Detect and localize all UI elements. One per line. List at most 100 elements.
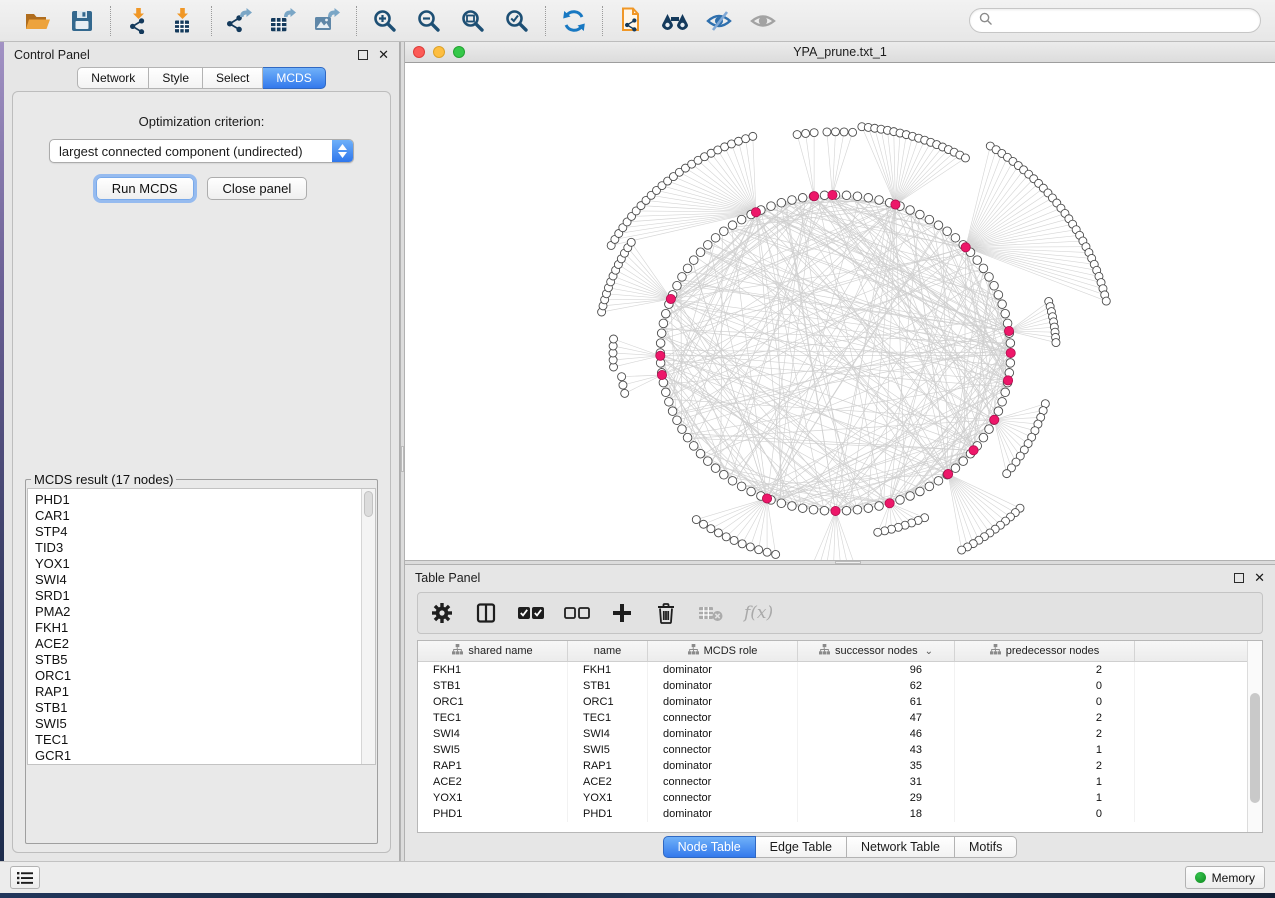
export-image-icon[interactable] <box>313 6 343 36</box>
delete-column-icon[interactable] <box>654 599 678 627</box>
table-row[interactable]: RAP1RAP1dominator352 <box>418 758 1247 774</box>
window-zoom-icon[interactable] <box>453 46 465 58</box>
mcds-result-item[interactable]: GCR1 <box>35 748 361 764</box>
zoom-fit-icon[interactable] <box>458 6 488 36</box>
table-row[interactable]: FKH1FKH1dominator962 <box>418 662 1247 678</box>
export-table-icon[interactable] <box>269 6 299 36</box>
column-header-MCDS-role[interactable]: MCDS role <box>648 641 798 661</box>
float-panel-icon[interactable] <box>1234 573 1244 583</box>
export-network-icon[interactable] <box>225 6 255 36</box>
mcds-result-item[interactable]: STB1 <box>35 700 361 716</box>
first-neighbors-icon[interactable] <box>660 6 690 36</box>
optimization-criterion-select[interactable]: largest connected component (undirected) <box>49 139 354 163</box>
refresh-icon[interactable] <box>559 6 589 36</box>
select-all-rows-icon[interactable] <box>518 599 544 627</box>
mcds-result-item[interactable]: STP4 <box>35 524 361 540</box>
splitter-grip[interactable] <box>401 446 404 472</box>
close-panel-icon[interactable]: ✕ <box>378 50 389 60</box>
mcds-node[interactable] <box>944 469 953 478</box>
show-columns-icon[interactable] <box>474 599 498 627</box>
memory-button[interactable]: Memory <box>1185 866 1265 889</box>
mcds-node[interactable] <box>828 190 837 199</box>
tab-motifs[interactable]: Motifs <box>955 836 1017 858</box>
mcds-result-item[interactable]: STB5 <box>35 652 361 668</box>
mcds-node[interactable] <box>961 243 970 252</box>
close-panel-icon[interactable]: ✕ <box>1254 573 1265 583</box>
import-table-icon[interactable] <box>168 6 198 36</box>
mcds-result-item[interactable]: SWI4 <box>35 572 361 588</box>
column-header-predecessor-nodes[interactable]: predecessor nodes <box>955 641 1135 661</box>
deselect-all-rows-icon[interactable] <box>564 599 590 627</box>
save-session-icon[interactable] <box>67 6 97 36</box>
mcds-node[interactable] <box>657 370 666 379</box>
zoom-out-icon[interactable] <box>414 6 444 36</box>
window-close-icon[interactable] <box>413 46 425 58</box>
table-row[interactable]: SWI5SWI5connector431 <box>418 742 1247 758</box>
mcds-result-item[interactable]: PMA2 <box>35 604 361 620</box>
zoom-in-icon[interactable] <box>370 6 400 36</box>
mcds-node[interactable] <box>751 208 760 217</box>
network-from-selection-icon[interactable] <box>616 6 646 36</box>
run-mcds-button[interactable]: Run MCDS <box>96 177 194 200</box>
mcds-node[interactable] <box>990 415 999 424</box>
add-column-icon[interactable] <box>610 599 634 627</box>
search-field[interactable] <box>969 8 1261 33</box>
tab-select[interactable]: Select <box>203 67 263 89</box>
mcds-node[interactable] <box>762 494 771 503</box>
zoom-selected-icon[interactable] <box>502 6 532 36</box>
mcds-result-item[interactable]: TID3 <box>35 540 361 556</box>
mcds-node[interactable] <box>1006 348 1015 357</box>
scrollbar-thumb[interactable] <box>1250 693 1260 803</box>
float-panel-icon[interactable] <box>358 50 368 60</box>
task-history-button[interactable] <box>10 866 40 889</box>
column-header-successor-nodes[interactable]: successor nodes⌄ <box>798 641 955 661</box>
mcds-result-item[interactable]: TEC1 <box>35 732 361 748</box>
mcds-result-item[interactable]: SRD1 <box>35 588 361 604</box>
mcds-node[interactable] <box>1004 326 1013 335</box>
import-network-icon[interactable] <box>124 6 154 36</box>
mcds-result-item[interactable]: ACE2 <box>35 636 361 652</box>
table-row[interactable]: PHD1PHD1dominator180 <box>418 806 1247 822</box>
mcds-result-item[interactable]: ORC1 <box>35 668 361 684</box>
close-panel-button[interactable]: Close panel <box>207 177 308 200</box>
tab-network[interactable]: Network <box>77 67 149 89</box>
table-row[interactable]: STB1STB1dominator620 <box>418 678 1247 694</box>
tab-node-table[interactable]: Node Table <box>663 836 756 858</box>
table-scrollbar[interactable] <box>1247 641 1262 832</box>
table-row[interactable]: ACE2ACE2connector311 <box>418 774 1247 790</box>
mcds-node[interactable] <box>891 200 900 209</box>
table-row[interactable]: YOX1YOX1connector291 <box>418 790 1247 806</box>
mcds-node[interactable] <box>969 446 978 455</box>
column-header-name[interactable]: name <box>568 641 648 661</box>
column-header-shared-name[interactable]: shared name <box>418 641 568 661</box>
window-minimize-icon[interactable] <box>433 46 445 58</box>
mcds-result-item[interactable]: SWI5 <box>35 716 361 732</box>
tab-edge-table[interactable]: Edge Table <box>756 836 847 858</box>
mcds-result-item[interactable]: CAR1 <box>35 508 361 524</box>
open-file-icon[interactable] <box>23 6 53 36</box>
mcds-result-item[interactable]: RAP1 <box>35 684 361 700</box>
mcds-node[interactable] <box>666 294 675 303</box>
splitter-grip[interactable] <box>835 561 861 564</box>
mcds-node[interactable] <box>831 506 840 515</box>
tab-style[interactable]: Style <box>149 67 203 89</box>
table-row[interactable]: ORC1ORC1dominator610 <box>418 694 1247 710</box>
mcds-node[interactable] <box>1003 376 1012 385</box>
table-row[interactable]: TEC1TEC1connector472 <box>418 710 1247 726</box>
table-row[interactable]: SWI4SWI4dominator462 <box>418 726 1247 742</box>
mcds-result-item[interactable]: PHD1 <box>35 492 361 508</box>
horizontal-splitter[interactable] <box>405 560 1275 565</box>
tab-network-table[interactable]: Network Table <box>847 836 955 858</box>
tab-mcds[interactable]: MCDS <box>263 67 325 89</box>
network-canvas[interactable] <box>405 63 1275 560</box>
mcds-node[interactable] <box>810 192 819 201</box>
mcds-result-item[interactable]: FKH1 <box>35 620 361 636</box>
search-input[interactable] <box>998 11 1251 31</box>
mcds-node[interactable] <box>885 499 894 508</box>
mcds-result-list[interactable]: PHD1CAR1STP4TID3YOX1SWI4SRD1PMA2FKH1ACE2… <box>28 489 361 764</box>
mcds-result-item[interactable]: YOX1 <box>35 556 361 572</box>
table-settings-icon[interactable] <box>430 599 454 627</box>
hide-selected-icon[interactable] <box>704 6 734 36</box>
mcds-node[interactable] <box>656 351 665 360</box>
mcds-list-scrollbar[interactable] <box>361 489 375 764</box>
